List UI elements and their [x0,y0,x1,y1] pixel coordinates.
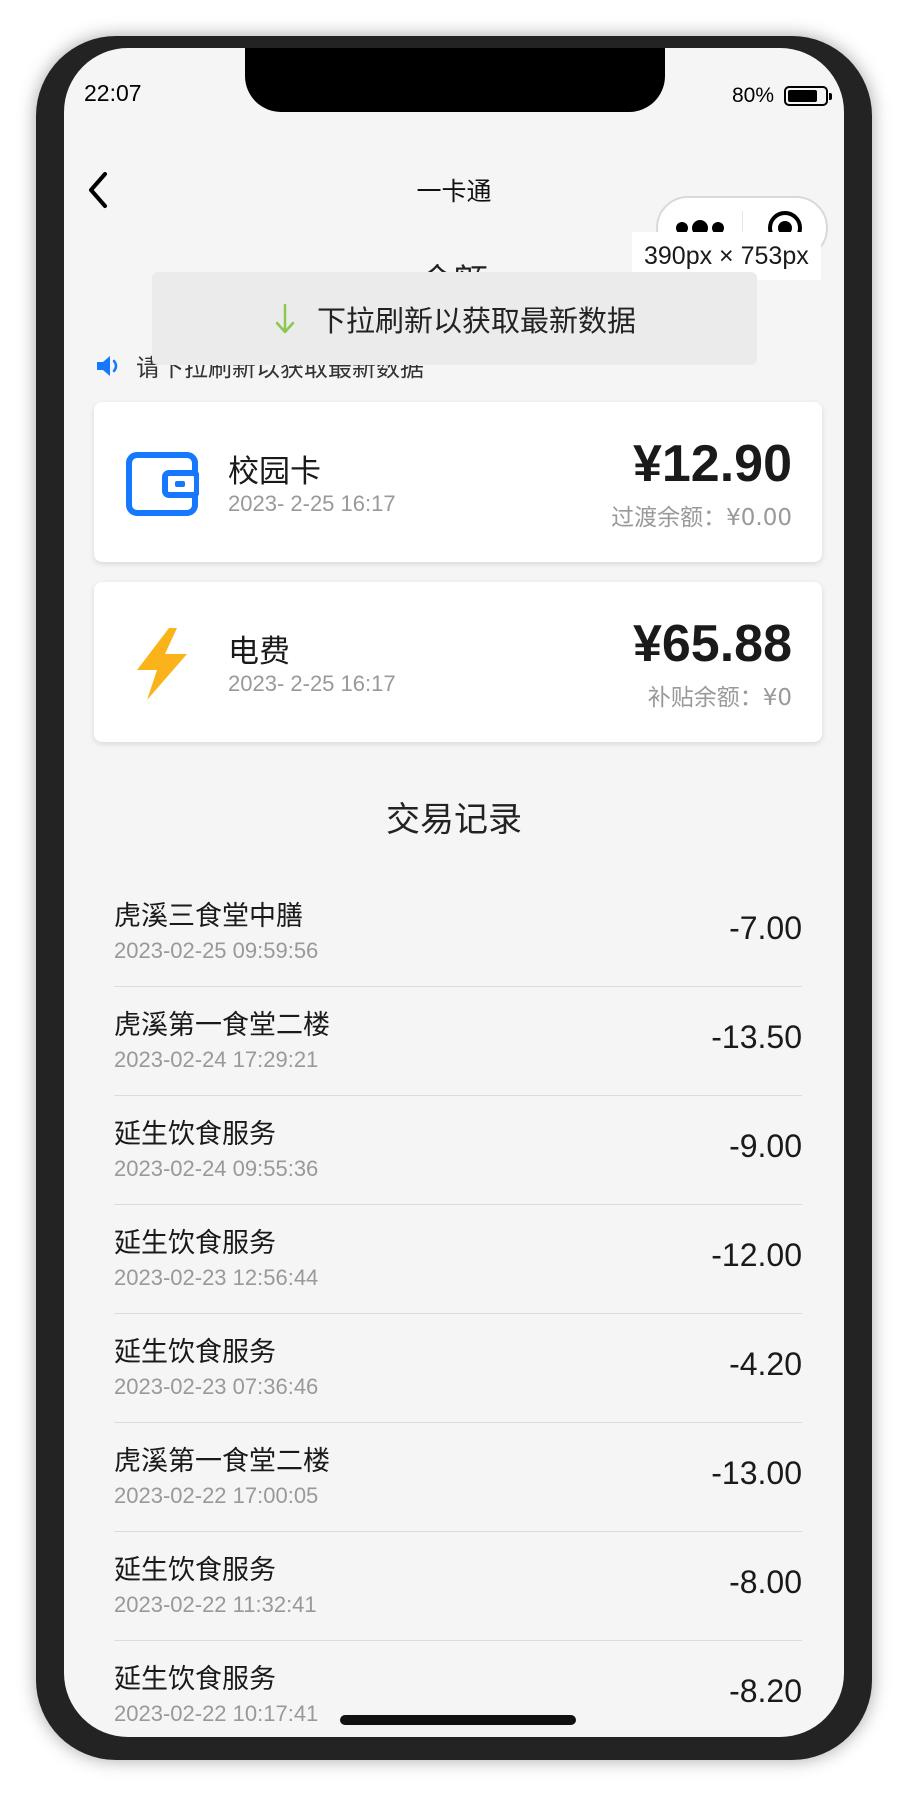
wallet-icon [124,446,200,522]
status-bar-right: 80% [731,84,832,108]
transaction-row[interactable]: 虎溪第一食堂二楼 2023-02-22 17:00:05 -13.00 [114,1423,802,1532]
transaction-time: 2023-02-24 09:55:36 [114,1156,319,1181]
lightning-icon [124,626,200,702]
transaction-row[interactable]: 虎溪三食堂中膳 2023-02-25 09:59:56 -7.00 [114,878,802,987]
campus-card[interactable]: 校园卡 2023- 2-25 16:17 ¥12.90 过渡余额：¥0.00 [94,402,822,562]
transaction-amount: -13.00 [711,1455,802,1491]
status-time: 22:07 [84,80,142,106]
transaction-merchant: 延生饮食服务 [114,1119,276,1150]
transaction-amount: -13.50 [711,1019,802,1055]
transaction-amount: -7.00 [729,910,802,946]
card-balance: ¥12.90 [632,435,792,493]
notch [245,48,665,112]
battery-icon [784,86,832,106]
transaction-row[interactable]: 虎溪第一食堂二楼 2023-02-24 17:29:21 -13.50 [114,987,802,1096]
battery-fill [788,90,817,102]
transaction-time: 2023-02-22 17:00:05 [114,1483,319,1508]
transaction-amount: -9.00 [729,1128,802,1164]
transaction-merchant: 延生饮食服务 [114,1228,276,1259]
transaction-time: 2023-02-25 09:59:56 [114,938,319,963]
transaction-row[interactable]: 延生饮食服务 2023-02-24 09:55:36 -9.00 [114,1096,802,1205]
transaction-row[interactable]: 延生饮食服务 2023-02-23 12:56:44 -12.00 [114,1205,802,1314]
transaction-time: 2023-02-23 12:56:44 [114,1265,319,1290]
transaction-row[interactable]: 延生饮食服务 2023-02-23 07:36:46 -4.20 [114,1314,802,1423]
card-time: 2023- 2-25 16:17 [228,491,396,516]
nav-bar: 一卡通 [64,148,844,260]
card-sub-balance: 过渡余额：¥0.00 [611,505,792,531]
transaction-merchant: 虎溪第一食堂二楼 [114,1010,330,1041]
transaction-time: 2023-02-22 10:17:41 [114,1701,319,1726]
transaction-time: 2023-02-24 17:29:21 [114,1047,319,1072]
battery-percent: 80% [731,84,774,107]
card-time: 2023- 2-25 16:17 [228,671,396,696]
card-name: 校园卡 [228,454,321,490]
transaction-amount: -8.20 [729,1673,802,1709]
transaction-amount: -12.00 [711,1237,802,1273]
speaker-icon [97,355,118,376]
transaction-time: 2023-02-23 07:36:46 [114,1374,319,1399]
transaction-list: 虎溪三食堂中膳 2023-02-25 09:59:56 -7.00 虎溪第一食堂… [114,878,802,1737]
card-sub-balance: 补贴余额：¥0 [647,685,792,711]
transaction-amount: -4.20 [729,1346,802,1382]
card-balance: ¥65.88 [632,615,792,673]
transaction-merchant: 延生饮食服务 [114,1664,276,1695]
transaction-amount: -8.00 [729,1564,802,1600]
transaction-merchant: 虎溪三食堂中膳 [114,901,303,932]
transaction-merchant: 延生饮食服务 [114,1337,276,1368]
card-name: 电费 [228,634,290,670]
transaction-merchant: 延生饮食服务 [114,1555,276,1586]
transaction-time: 2023-02-22 11:32:41 [114,1592,317,1617]
phone-screen: 22:07 80% 一卡通 下拉刷新以获取最新数据 请下拉刷新以获取最新数据 校… [64,48,844,1737]
home-indicator[interactable] [340,1715,576,1725]
transaction-merchant: 虎溪第一食堂二楼 [114,1446,330,1477]
pull-refresh-indicator: 下拉刷新以获取最新数据 [152,272,757,365]
pull-refresh-text: 下拉刷新以获取最新数据 [316,303,636,338]
arrow-down-icon [275,303,295,333]
transaction-row[interactable]: 延生饮食服务 2023-02-22 11:32:41 -8.00 [114,1532,802,1641]
transactions-heading: 交易记录 [386,800,522,840]
electricity-card[interactable]: 电费 2023- 2-25 16:17 ¥65.88 补贴余额：¥0 [94,582,822,742]
